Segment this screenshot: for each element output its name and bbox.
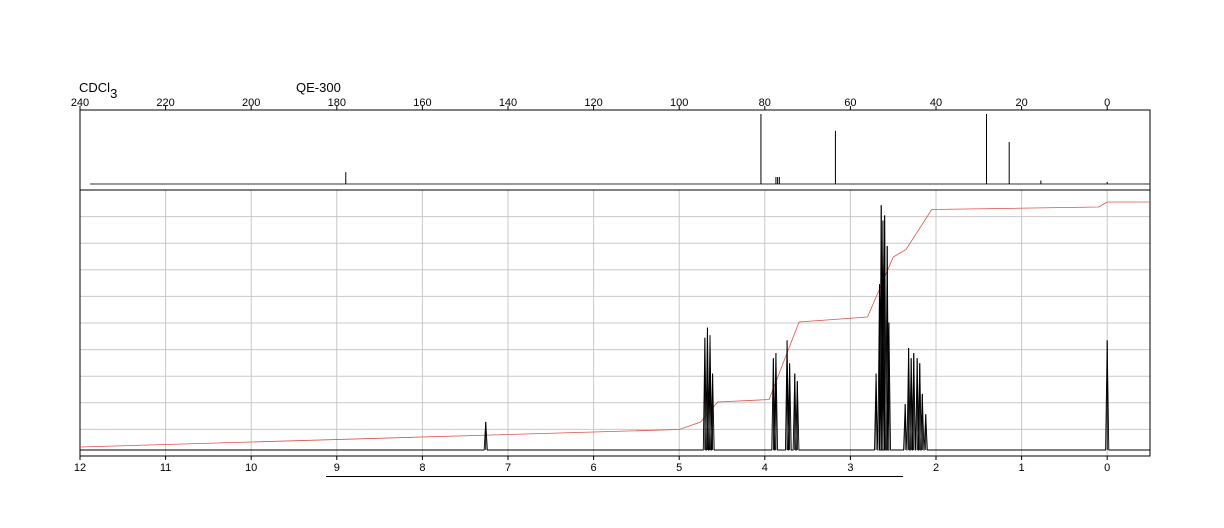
c13-tick-label: 220 <box>156 97 174 109</box>
h1-tick-label: 3 <box>847 462 853 474</box>
c13-tick-label: 200 <box>242 97 260 109</box>
h1-tick-label: 4 <box>762 462 768 474</box>
h1-tick-label: 2 <box>933 462 939 474</box>
c13-peaks <box>345 114 1108 184</box>
h1-tick-label: 1 <box>1019 462 1025 474</box>
h1-integral-curve <box>79 201 1150 448</box>
h1-spectrum: 12 11 10 9 8 7 6 5 4 3 2 1 0 <box>74 189 1151 474</box>
instrument-label: QE-300 <box>296 80 341 95</box>
c13-tick-label: 100 <box>670 97 688 109</box>
c13-tick-label: 20 <box>1015 97 1027 109</box>
nmr-spectrum-figure: CDCl3 QE-300 240 220 200 180 160 140 120 100 80 6… <box>71 80 1151 477</box>
c13-tick-label: 140 <box>499 97 517 109</box>
h1-tick-labels: 12 11 10 9 8 7 6 5 4 3 2 1 0 <box>74 462 1110 474</box>
h1-tick-label: 7 <box>505 462 511 474</box>
c13-frame <box>79 109 1151 191</box>
h1-axis-ticks <box>79 456 1108 460</box>
c13-tick-label: 80 <box>759 97 771 109</box>
h1-tick-label: 5 <box>676 462 682 474</box>
h1-tick-label: 8 <box>419 462 425 474</box>
c13-spectrum: 240 220 200 180 160 140 120 100 80 60 40 20 0 <box>71 97 1151 191</box>
h1-tick-label: 10 <box>245 462 257 474</box>
h1-tick-label: 12 <box>74 462 86 474</box>
c13-tick-label: 0 <box>1104 97 1110 109</box>
h1-tick-label: 11 <box>160 462 171 474</box>
c13-tick-label: 160 <box>413 97 431 109</box>
c13-tick-label: 180 <box>328 97 346 109</box>
h1-tick-label: 9 <box>334 462 340 474</box>
c13-tick-label: 120 <box>584 97 602 109</box>
solvent-subscript: 3 <box>110 86 117 101</box>
h1-tick-label: 6 <box>591 462 597 474</box>
h1-grid <box>80 190 1150 456</box>
c13-tick-label: 40 <box>930 97 942 109</box>
c13-tick-label: 60 <box>844 97 856 109</box>
c13-tick-label: 240 <box>71 97 89 109</box>
header: CDCl3 QE-300 <box>79 80 341 101</box>
h1-tick-label: 0 <box>1104 462 1110 474</box>
h1-spectrum-trace <box>80 205 1150 451</box>
c13-tick-labels: 240 220 200 180 160 140 120 100 80 60 40 20 0 <box>71 97 1110 109</box>
